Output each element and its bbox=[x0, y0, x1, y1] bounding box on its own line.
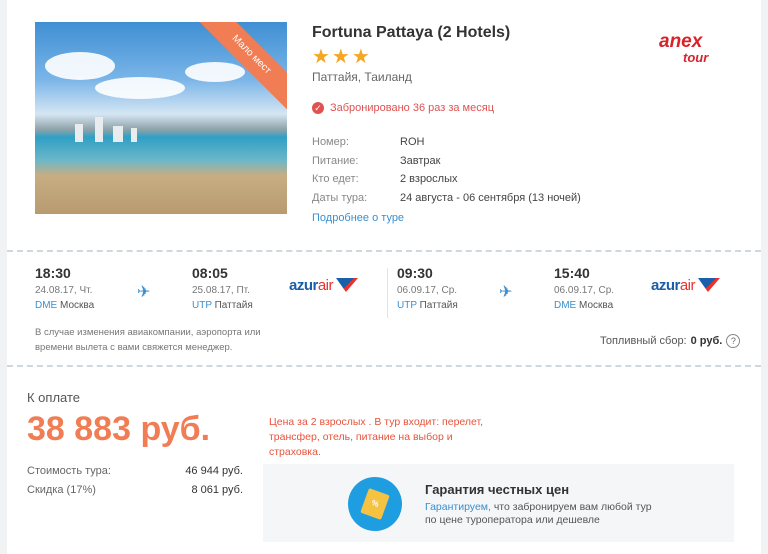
price-row: Стоимость тура: 46 944 руб. bbox=[27, 462, 243, 481]
detail-key: Кто едет: bbox=[312, 173, 359, 185]
price-key: Скидка (17%) bbox=[27, 484, 96, 496]
plane-icon: ✈ bbox=[137, 284, 151, 301]
divider bbox=[7, 250, 761, 252]
hotel-photo[interactable]: Мало мест bbox=[35, 22, 287, 214]
fuel-label: Топливный сбор: bbox=[600, 335, 687, 347]
airport-code[interactable]: UTP bbox=[192, 300, 212, 311]
building bbox=[75, 124, 83, 142]
booked-text: Забронировано 36 раз за месяц bbox=[330, 102, 494, 114]
building bbox=[95, 117, 103, 142]
guarantee-title: Гарантия честных цен bbox=[425, 482, 570, 497]
cloud bbox=[185, 62, 245, 82]
price-breakdown: Стоимость тура: 46 944 руб. Скидка (17%)… bbox=[27, 462, 243, 500]
flight-separator bbox=[387, 268, 388, 318]
building bbox=[113, 126, 123, 142]
price-tag-icon: % bbox=[348, 477, 402, 531]
fuel-value: 0 руб. bbox=[690, 335, 723, 347]
price-value: 8 061 руб. bbox=[191, 484, 243, 496]
detail-key: Номер: bbox=[312, 136, 349, 148]
airline-logo: azurair bbox=[289, 277, 359, 294]
operator-logo-bottom: tour bbox=[683, 50, 709, 65]
detail-row: Даты тура: 24 августа - 06 сентября (13 … bbox=[312, 189, 581, 208]
guarantee-link[interactable]: Гарантируем, bbox=[425, 501, 491, 513]
tag-percent: % bbox=[360, 488, 390, 520]
check-circle-icon: ✓ bbox=[312, 102, 324, 114]
price-key: Стоимость тура: bbox=[27, 465, 111, 477]
flight-change-notice: В случае изменения авиакомпании, аэропор… bbox=[35, 327, 261, 353]
outbound-arrival: 08:05 25.08.17, Пт. UTP Паттайя bbox=[192, 265, 253, 311]
arrival-time: 08:05 bbox=[192, 265, 228, 281]
airline-suffix: air bbox=[317, 277, 334, 294]
airport-city: Паттайя bbox=[419, 300, 458, 311]
detail-value: ROH bbox=[400, 136, 425, 148]
operator-logo-top: anex bbox=[659, 31, 703, 52]
pay-label: К оплате bbox=[27, 390, 81, 405]
airline-logo: azurair bbox=[651, 277, 721, 294]
departure-time: 18:30 bbox=[35, 265, 71, 281]
return-arrival: 15:40 06.09.17, Ср. DME Москва bbox=[554, 265, 614, 311]
arrival-date: 25.08.17, Пт. bbox=[192, 285, 250, 296]
price-row: Скидка (17%) 8 061 руб. bbox=[27, 481, 243, 500]
arrival-time: 15:40 bbox=[554, 265, 590, 281]
airport-city: Паттайя bbox=[214, 300, 253, 311]
help-icon[interactable]: ? bbox=[726, 334, 741, 348]
detail-key: Питание: bbox=[312, 154, 359, 167]
guarantee-text: Гарантируем, что забронируем вам любой т… bbox=[425, 501, 655, 527]
divider bbox=[7, 365, 761, 367]
star-rating: ★★★ bbox=[312, 46, 372, 68]
outbound-departure: 18:30 24.08.17, Чт. DME Москва bbox=[35, 265, 94, 311]
operator-logo: anex tour bbox=[659, 32, 708, 64]
tour-details: Номер: ROH Питание: Завтрак Кто едет: 2 … bbox=[312, 133, 581, 207]
airline-wing-icon bbox=[698, 278, 721, 292]
hotel-location: Паттайя, Таиланд bbox=[312, 70, 412, 84]
fuel-surcharge: Топливный сбор: 0 руб. ? bbox=[600, 334, 741, 348]
airline-suffix: air bbox=[679, 277, 696, 294]
total-price: 38 883 руб. bbox=[27, 410, 211, 448]
detail-value: 24 августа - 06 сентября (13 ночей) bbox=[400, 191, 581, 204]
return-departure: 09:30 06.09.17, Ср. UTP Паттайя bbox=[397, 265, 458, 311]
arrival-date: 06.09.17, Ср. bbox=[554, 285, 615, 296]
airline-name: azur bbox=[289, 277, 318, 294]
detail-row: Кто едет: 2 взрослых bbox=[312, 170, 581, 189]
detail-value: 2 взрослых bbox=[400, 173, 458, 185]
airline-name: azur bbox=[651, 277, 680, 294]
cloud bbox=[45, 52, 115, 80]
departure-date: 24.08.17, Чт. bbox=[35, 285, 93, 296]
airport-code[interactable]: UTP bbox=[397, 300, 417, 311]
detail-value: Завтрак bbox=[400, 154, 441, 167]
booked-count: ✓ Забронировано 36 раз за месяц bbox=[312, 102, 494, 114]
tour-card: Мало мест Fortuna Pattaya (2 Hotels) ★★★… bbox=[7, 0, 761, 554]
price-value: 46 944 руб. bbox=[185, 465, 243, 477]
departure-time: 09:30 bbox=[397, 265, 433, 281]
hotel-name[interactable]: Fortuna Pattaya (2 Hotels) bbox=[312, 24, 510, 42]
departure-date: 06.09.17, Ср. bbox=[397, 285, 458, 296]
price-note: Цена за 2 взрослых . В тур входит: перел… bbox=[269, 416, 484, 458]
airport-code[interactable]: DME bbox=[554, 300, 576, 311]
cloud bbox=[95, 77, 185, 99]
airport-city: Москва bbox=[579, 300, 614, 311]
building bbox=[131, 128, 137, 142]
detail-row: Питание: Завтрак bbox=[312, 152, 581, 171]
detail-row: Номер: ROH bbox=[312, 133, 581, 152]
plane-icon: ✈ bbox=[499, 284, 513, 301]
tour-details-link[interactable]: Подробнее о туре bbox=[312, 212, 404, 224]
airport-code[interactable]: DME bbox=[35, 300, 57, 311]
airline-wing-icon bbox=[336, 278, 359, 292]
price-guarantee-banner: % Гарантия честных цен Гарантируем, что … bbox=[263, 464, 734, 542]
airport-city: Москва bbox=[60, 300, 95, 311]
detail-key: Даты тура: bbox=[312, 191, 368, 204]
